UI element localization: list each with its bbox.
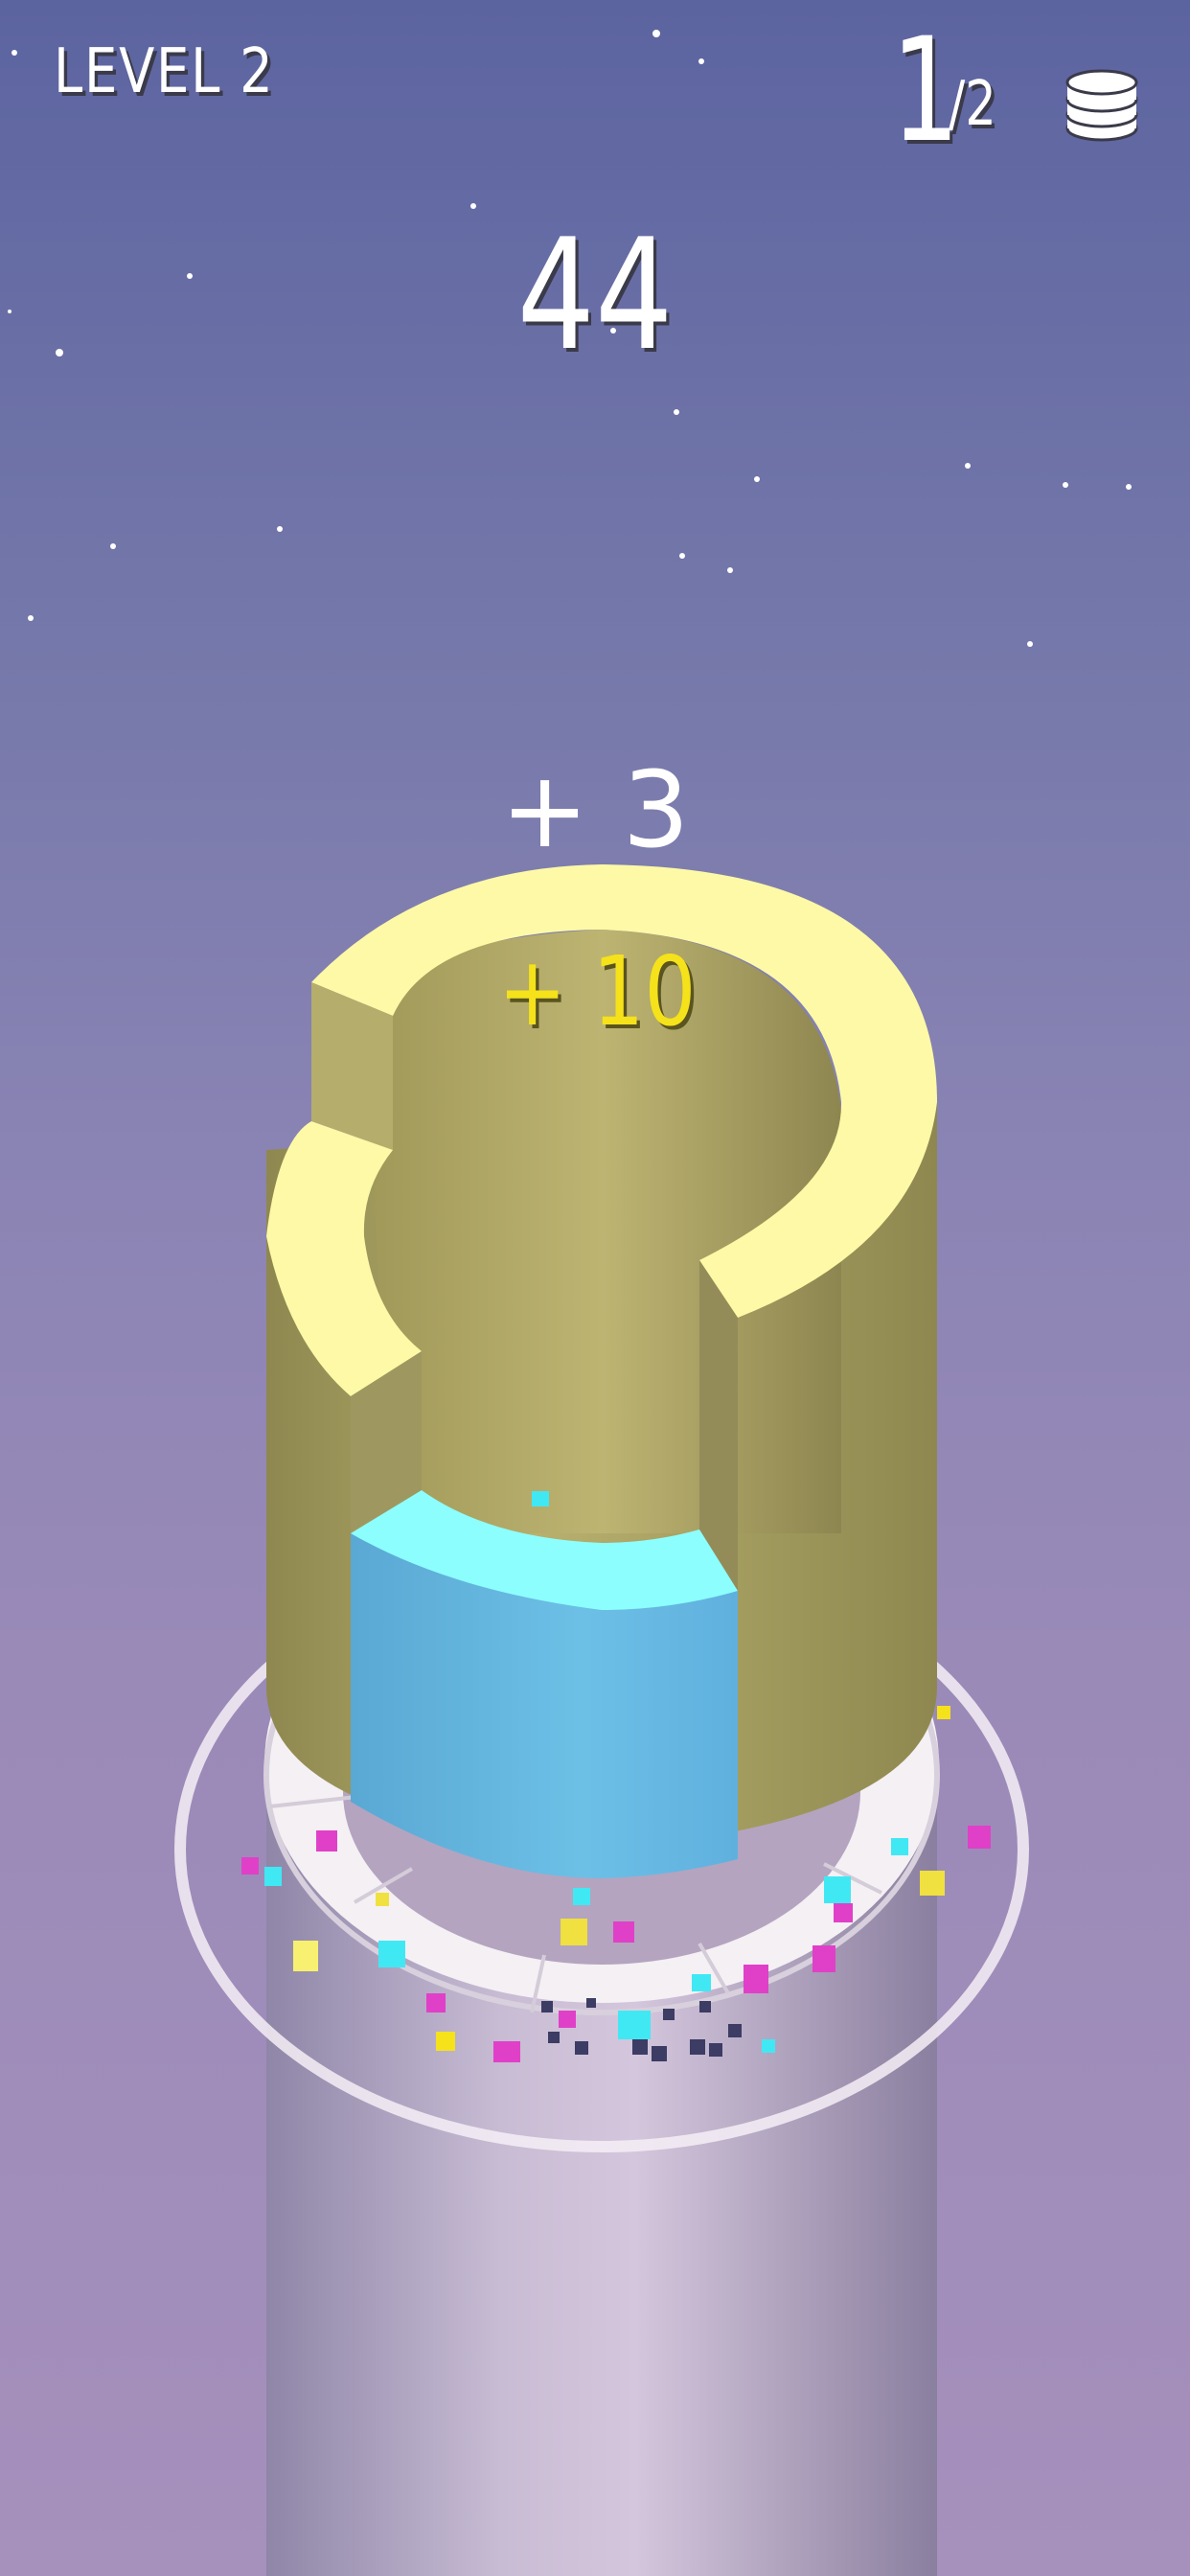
- perfect-bonus-popup: + 10: [498, 935, 697, 1047]
- score-counter: 44: [516, 205, 674, 384]
- coin-stack-icon: [1065, 69, 1138, 142]
- level-label: LEVEL 2: [54, 36, 275, 107]
- game-scene[interactable]: [0, 0, 1190, 2576]
- level-progress-total: /2: [949, 69, 996, 140]
- combo-bonus-popup: + 3: [500, 748, 690, 871]
- cyan-tower-block: [351, 1490, 738, 1878]
